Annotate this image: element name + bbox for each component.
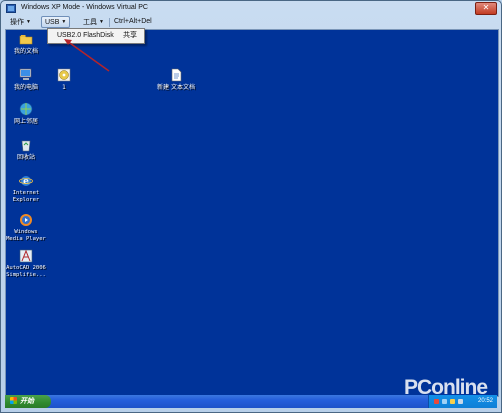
start-button[interactable]: 开始 (5, 395, 51, 408)
icon-label: 我的电脑 (13, 84, 38, 91)
menu-tools[interactable]: 工具 ▼ (80, 17, 107, 27)
icon-label: 1 (62, 84, 66, 91)
menu-ctrl-alt-del[interactable]: Ctrl+Alt+Del (111, 17, 155, 27)
icon-label: Internet Explorer (12, 190, 40, 203)
share-button[interactable]: 共享 (123, 31, 137, 41)
close-button[interactable]: ✕ (475, 2, 497, 15)
desktop-icon-internet-explorer[interactable]: e Internet Explorer (6, 174, 46, 203)
tray-volume-icon[interactable] (458, 399, 463, 404)
tray-network-icon[interactable] (442, 399, 447, 404)
icon-label: 我的文档 (13, 48, 38, 55)
guest-taskbar: 开始 20:52 (5, 395, 497, 408)
chevron-down-icon: ▼ (99, 19, 104, 25)
menu-usb-label: USB (45, 19, 60, 26)
icon-label: 新建 文本文档 (157, 84, 195, 91)
desktop-icon-recycle-bin[interactable]: 回收站 (6, 138, 46, 161)
menu-action-label: 操作 (10, 19, 24, 26)
menu-usb[interactable]: USB ▼ (41, 16, 71, 28)
tray-alert-icon[interactable] (434, 399, 439, 404)
annotation-arrow (64, 39, 110, 72)
media-player-icon (19, 213, 33, 227)
folder-icon (19, 32, 33, 46)
tray-security-icon[interactable] (450, 399, 455, 404)
window-title: Windows XP Mode - Windows Virtual PC (21, 4, 148, 11)
virtual-pc-icon (6, 4, 16, 13)
desktop-icon-autocad[interactable]: AutoCAD 2006 Simplifie... (6, 249, 46, 278)
clock[interactable]: 20:52 (478, 395, 493, 408)
desktop-icon-media-player[interactable]: Windows Media Player (6, 213, 46, 242)
computer-icon (19, 68, 33, 82)
chevron-down-icon: ▼ (61, 19, 67, 25)
guest-desktop: 我的文档 我的电脑 网上邻居 回收站 e Internet Explorer W… (5, 29, 499, 409)
text-document-icon (169, 68, 183, 82)
recycle-bin-icon (19, 138, 33, 152)
chevron-down-icon: ▼ (26, 19, 31, 25)
autocad-icon (19, 249, 33, 263)
icon-label: Windows Media Player (6, 229, 46, 242)
title-bar[interactable]: Windows XP Mode - Windows Virtual PC ✕ (1, 1, 501, 16)
icon-label: 网上邻居 (13, 118, 38, 125)
desktop-icon-my-computer[interactable]: 我的电脑 (6, 68, 46, 91)
system-tray: 20:52 (428, 395, 497, 408)
network-icon (19, 102, 33, 116)
menu-tools-label: 工具 (83, 19, 97, 26)
desktop-icon-my-documents[interactable]: 我的文档 (6, 32, 46, 55)
windows-flag-icon (10, 397, 17, 404)
menu-separator (109, 18, 110, 27)
desktop-icon-network[interactable]: 网上邻居 (6, 102, 46, 125)
icon-label: AutoCAD 2006 Simplifie... (6, 265, 46, 278)
vpc-window: Windows XP Mode - Windows Virtual PC ✕ 操… (0, 0, 502, 413)
menu-action[interactable]: 操作 ▼ (7, 17, 34, 27)
ie-icon: e (19, 174, 33, 188)
icon-label: 回收站 (16, 154, 35, 161)
desktop-icon-new-text-document[interactable]: 新建 文本文档 (156, 68, 196, 91)
start-label: 开始 (20, 398, 34, 405)
